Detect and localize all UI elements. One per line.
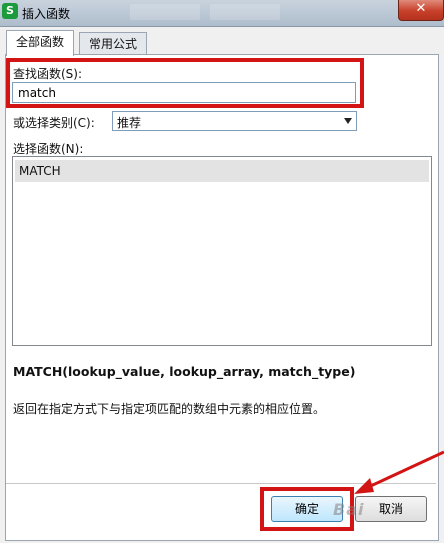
divider [6, 483, 436, 484]
app-icon: S [2, 3, 18, 19]
titlebar-decoration [210, 4, 280, 20]
window-title: 插入函数 [22, 7, 71, 21]
highlight-box-search [6, 58, 364, 108]
category-selected-value: 推荐 [117, 116, 142, 130]
list-item[interactable]: MATCH [15, 160, 429, 182]
tab-all-functions[interactable]: 全部函数 [6, 30, 75, 56]
tab-common-formulas[interactable]: 常用公式 [79, 32, 148, 55]
titlebar-decoration [130, 4, 200, 20]
title-bar: S 插入函数 ✕ [0, 0, 444, 27]
close-icon: ✕ [415, 1, 427, 16]
function-description: 返回在指定方式下与指定项匹配的数组中元素的相应位置。 [13, 402, 326, 416]
category-select[interactable]: 推荐 [112, 111, 357, 131]
function-listbox[interactable]: MATCH [12, 156, 432, 346]
cancel-button[interactable]: 取消 [355, 496, 427, 522]
chevron-down-icon [344, 118, 352, 124]
function-signature: MATCH(lookup_value, lookup_array, match_… [13, 364, 356, 379]
close-button[interactable]: ✕ [398, 0, 444, 21]
watermark: Bai [333, 500, 365, 519]
function-list-label: 选择函数(N): [13, 142, 84, 156]
category-label: 或选择类别(C): [13, 116, 95, 130]
